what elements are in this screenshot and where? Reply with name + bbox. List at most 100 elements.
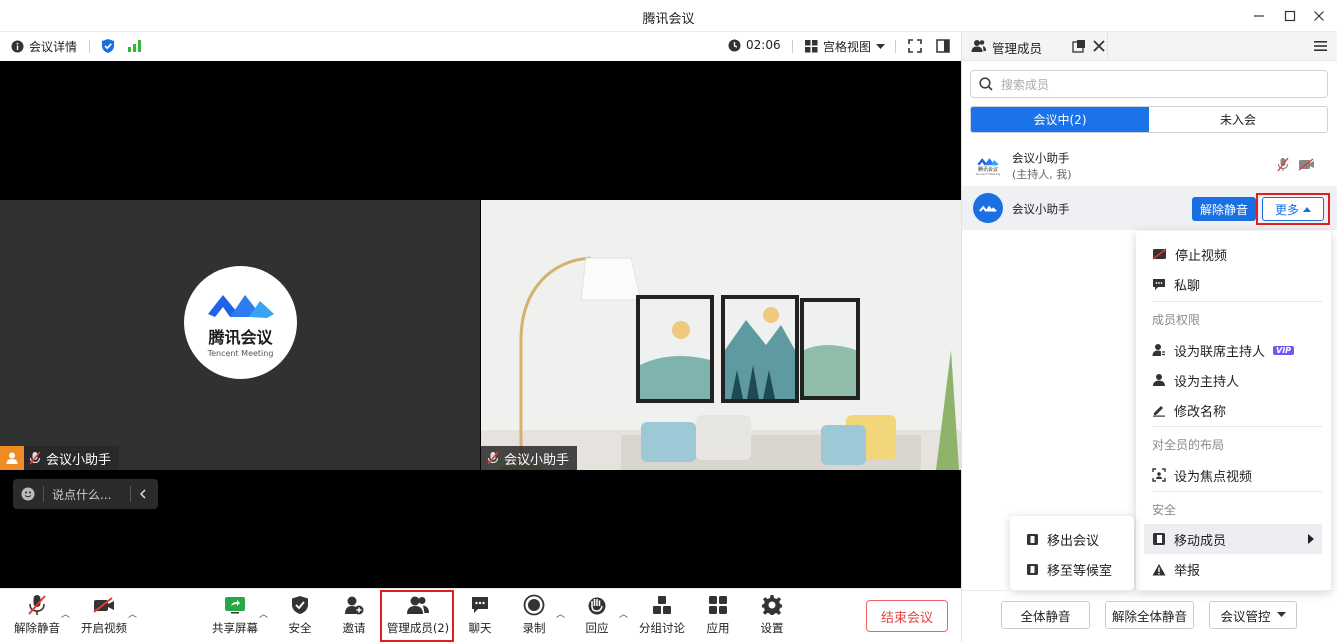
menu-label: 修改名称 xyxy=(1174,404,1227,420)
record-button[interactable]: 录制 xyxy=(516,593,552,639)
settings-label: 设置 xyxy=(760,621,784,635)
video-tile-participant[interactable]: 会议小助手 xyxy=(481,200,961,470)
menu-item-private-chat[interactable]: 私聊 xyxy=(1136,269,1331,299)
end-meeting-button[interactable]: 结束会议 xyxy=(866,600,948,632)
menu-separator xyxy=(1152,301,1322,302)
video-off-icon xyxy=(1152,248,1167,260)
info-icon xyxy=(11,40,24,53)
user-icon xyxy=(0,446,24,470)
meeting-info-bar: 会议详情 02:06 宫格视图 xyxy=(0,32,962,61)
sidebar-toggle-icon[interactable] xyxy=(936,39,950,56)
submenu-label: 移至等候室 xyxy=(1047,563,1113,579)
vip-badge: VIP xyxy=(1273,345,1295,355)
mic-muted-icon xyxy=(27,593,47,617)
mic-muted-icon xyxy=(487,451,499,465)
meeting-control-dropdown[interactable]: 会议管控 xyxy=(1209,601,1297,629)
panel-header: 管理成员 xyxy=(962,32,1337,61)
tab-not-joined[interactable]: 未入会 xyxy=(1149,107,1327,132)
share-screen-button[interactable]: 共享屏幕 xyxy=(211,593,259,639)
popout-icon[interactable] xyxy=(1072,39,1086,56)
shield-icon[interactable] xyxy=(101,38,115,57)
user-icon xyxy=(1153,374,1165,386)
menu-item-rename[interactable]: 修改名称 xyxy=(1136,395,1331,425)
settings-button[interactable]: 设置 xyxy=(754,593,790,639)
mute-all-button[interactable]: 全体静音 xyxy=(1001,601,1090,629)
emoji-icon[interactable] xyxy=(13,487,43,501)
member-row[interactable]: 腾讯会议 Tencent Meeting 会议小助手 (主持人, 我) xyxy=(962,144,1337,186)
signal-icon[interactable] xyxy=(128,40,142,55)
video-off-icon xyxy=(93,593,115,617)
member-search-input[interactable]: 搜索成员 xyxy=(970,70,1328,98)
menu-icon[interactable] xyxy=(1314,40,1327,55)
menu-item-make-cohost[interactable]: 设为联席主持人 VIP xyxy=(1136,335,1331,365)
meeting-control-label: 会议管控 xyxy=(1220,608,1271,624)
menu-separator xyxy=(1152,491,1322,492)
menu-label: 移动成员 xyxy=(1174,533,1227,549)
breakout-rooms-button[interactable]: 分组讨论 xyxy=(638,593,686,639)
start-video-button[interactable]: 开启视频 xyxy=(80,593,128,639)
search-placeholder: 搜索成员 xyxy=(1001,77,1050,92)
member-unmute-button[interactable]: 解除静音 xyxy=(1192,197,1256,221)
reactions-label: 回应 xyxy=(585,621,609,635)
meeting-timer: 02:06 xyxy=(728,38,781,52)
warning-icon xyxy=(1152,563,1166,575)
member-context-menu: 停止视频 私聊 成员权限 设为联席主持人 VIP 设为主持人 修改名称 对全员的… xyxy=(1136,231,1331,591)
member-name: 会议小助手 xyxy=(1012,151,1070,165)
invite-label: 邀请 xyxy=(342,621,366,635)
view-mode-dropdown[interactable]: 宫格视图 xyxy=(805,38,886,55)
fullscreen-icon[interactable] xyxy=(908,39,922,56)
divider xyxy=(792,40,793,53)
chat-button[interactable]: 聊天 xyxy=(462,593,498,639)
caret-right-icon xyxy=(1308,534,1314,544)
menu-item-report[interactable]: 举报 xyxy=(1136,554,1331,584)
highlight-box xyxy=(380,590,454,642)
unmute-button[interactable]: 解除静音 xyxy=(13,593,61,639)
invite-button[interactable]: 邀请 xyxy=(336,593,372,639)
menu-item-make-host[interactable]: 设为主持人 xyxy=(1136,365,1331,395)
divider xyxy=(89,40,90,53)
close-panel-icon[interactable] xyxy=(1093,40,1105,55)
collapse-chevron-icon[interactable] xyxy=(131,489,155,499)
maximize-icon[interactable] xyxy=(1279,5,1301,27)
submenu-item-waiting-room[interactable]: 移至等候室 xyxy=(1010,554,1134,584)
divider xyxy=(1107,32,1108,61)
reactions-button[interactable]: 回应 xyxy=(579,593,615,639)
video-tile-host[interactable]: 腾讯会议 Tencent Meeting 会议小助手 xyxy=(0,200,480,470)
meeting-details-button[interactable]: 会议详情 xyxy=(11,38,77,55)
tencent-meeting-logo: 腾讯会议 Tencent Meeting xyxy=(184,266,297,379)
chevron-up-icon[interactable]: ︿ xyxy=(556,607,565,620)
chevron-up-icon[interactable]: ︿ xyxy=(259,607,268,620)
gear-icon xyxy=(761,593,783,617)
chevron-up-icon[interactable]: ︿ xyxy=(128,607,137,620)
chat-placeholder: 说点什么... xyxy=(52,487,112,502)
search-icon xyxy=(979,77,993,91)
move-member-submenu: 移出会议 移至等候室 xyxy=(1010,516,1134,590)
menu-label: 私聊 xyxy=(1174,278,1201,294)
chat-label: 聊天 xyxy=(468,621,492,635)
record-icon xyxy=(523,593,545,617)
quick-chat-input[interactable]: 说点什么... xyxy=(13,479,158,509)
clock-icon xyxy=(728,39,741,51)
video-off-icon xyxy=(1298,158,1315,174)
unmute-all-button[interactable]: 解除全体静音 xyxy=(1105,601,1194,629)
start-video-label: 开启视频 xyxy=(81,621,127,635)
meeting-toolbar: 解除静音 ︿ 开启视频 ︿ 共享屏幕 ︿ 安全 邀请 管理成员(2) 聊天 录制… xyxy=(0,588,962,642)
menu-item-move-member[interactable]: 移动成员 xyxy=(1144,524,1322,554)
menu-item-stop-video[interactable]: 停止视频 xyxy=(1136,239,1331,269)
app-title: 腾讯会议 xyxy=(642,12,695,27)
chevron-up-icon[interactable]: ︿ xyxy=(619,607,628,620)
chevron-up-icon[interactable]: ︿ xyxy=(61,607,70,620)
avatar-logo-en-text: Tencent Meeting xyxy=(975,171,1001,176)
submenu-item-remove[interactable]: 移出会议 xyxy=(1010,524,1134,554)
menu-label: 举报 xyxy=(1174,563,1201,579)
minimize-icon[interactable] xyxy=(1248,5,1270,27)
close-icon[interactable] xyxy=(1308,5,1330,27)
logo-cn-text: 腾讯会议 xyxy=(208,328,273,347)
security-button[interactable]: 安全 xyxy=(282,593,318,639)
member-name: 会议小助手 xyxy=(1012,202,1070,216)
move-door-icon xyxy=(1153,533,1165,545)
spotlight-icon xyxy=(1152,468,1166,482)
menu-item-spotlight[interactable]: 设为焦点视频 xyxy=(1136,460,1331,490)
apps-button[interactable]: 应用 xyxy=(700,593,736,639)
tab-in-meeting[interactable]: 会议中(2) xyxy=(971,107,1149,132)
